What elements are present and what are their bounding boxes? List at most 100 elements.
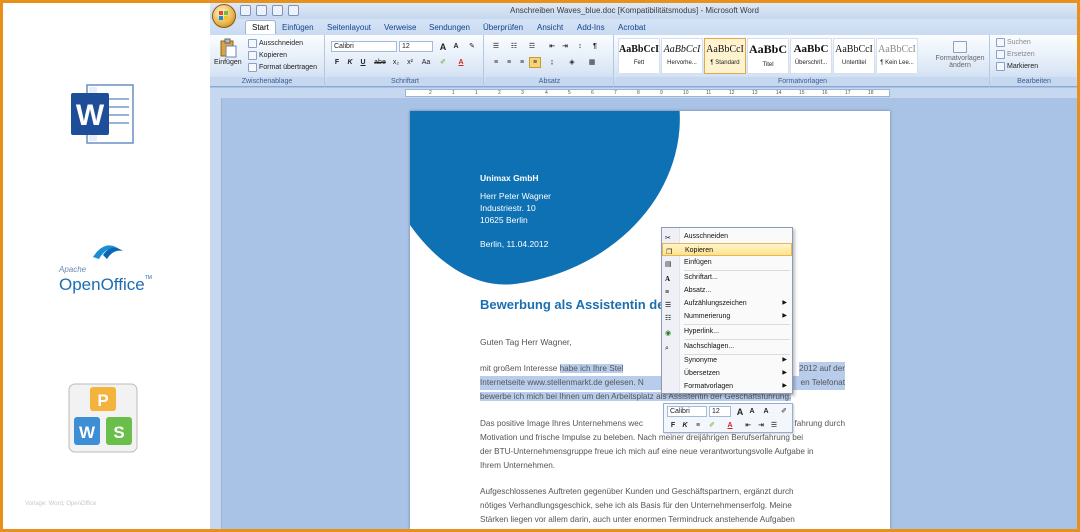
change-styles-label: Formatvorlagen ändern <box>935 55 985 69</box>
mini-italic-button[interactable]: K <box>679 420 691 431</box>
grow-font-button[interactable]: A <box>437 41 449 52</box>
mini-highlight-icon[interactable]: ✐ <box>706 420 718 431</box>
menu-item-uebersetzen[interactable]: Übersetzen ▶ <box>662 367 792 380</box>
tab-ueberpruefen[interactable]: Überprüfen <box>477 21 529 34</box>
mini-bold-button[interactable]: F <box>667 420 679 431</box>
mini-decrease-indent-icon[interactable]: ⇤ <box>742 420 754 431</box>
tab-start[interactable]: Start <box>245 20 276 34</box>
format-painter-button[interactable]: Format übertragen <box>248 63 317 72</box>
change-case-button[interactable]: Aa <box>419 57 433 68</box>
select-button[interactable]: Markieren <box>996 62 1038 71</box>
menu-item-ausschneiden[interactable]: ✂ Ausschneiden <box>662 230 792 243</box>
numbering-icon[interactable]: ☷ <box>508 41 520 52</box>
mini-increase-indent-icon[interactable]: ⇥ <box>755 420 767 431</box>
ruler-mark: 16 <box>822 90 828 96</box>
font-size-box[interactable]: 12 <box>399 41 433 52</box>
menu-item-schriftart[interactable]: A Schriftart... <box>662 271 792 284</box>
tab-seitenlayout[interactable]: Seitenlayout <box>321 21 377 34</box>
menu-item-nummerierung[interactable]: ☷ Nummerierung ▶ <box>662 310 792 323</box>
mini-bullets-icon[interactable]: ☰ <box>768 420 780 431</box>
shading-icon[interactable]: ◈ <box>566 57 578 68</box>
horizontal-ruler[interactable]: 2 1 1 2 3 4 5 6 7 8 9 10 11 12 13 14 15 16 17 18 <box>405 89 890 97</box>
menu-item-kopieren[interactable]: ❐ Kopieren <box>662 243 792 256</box>
tab-einfuegen[interactable]: Einfügen <box>276 21 320 34</box>
font-name-box[interactable]: Calibri <box>331 41 397 52</box>
mini-align-button[interactable]: ≡ <box>692 420 704 431</box>
pilcrow-icon[interactable]: ¶ <box>589 41 601 52</box>
increase-indent-icon[interactable]: ⇥ <box>559 41 571 52</box>
mini-font-color-icon[interactable]: A <box>724 420 736 431</box>
document-page[interactable]: Unimax GmbH Herr Peter Wagner Industries… <box>410 111 890 529</box>
change-styles-button[interactable]: Formatvorlagen ändern <box>932 41 988 69</box>
menu-item-einfuegen[interactable]: ▤ Einfügen <box>662 256 792 269</box>
align-left-icon[interactable]: ≡ <box>490 57 502 68</box>
mini-grow-font-icon[interactable]: A <box>734 406 746 417</box>
redo-icon[interactable] <box>272 5 283 16</box>
mini-styles-icon[interactable]: A <box>760 406 772 417</box>
mini-format-painter-icon[interactable]: ✐ <box>778 406 790 417</box>
menu-item-label: Nummerierung <box>684 313 731 320</box>
selected-text: en Telefonat <box>800 378 845 387</box>
save-icon[interactable] <box>240 5 251 16</box>
align-right-icon[interactable]: ≡ <box>516 57 528 68</box>
tab-ansicht[interactable]: Ansicht <box>531 21 569 34</box>
mini-shrink-font-icon[interactable]: A <box>746 406 758 417</box>
tab-add-ins[interactable]: Add-Ins <box>571 21 611 34</box>
style-ueberschrift[interactable]: AaBbC Überschrif... <box>790 38 832 74</box>
highlight-icon[interactable]: ✐ <box>437 57 449 68</box>
style-untertitel[interactable]: AaBbCcI Untertitel <box>833 38 875 74</box>
undo-icon[interactable] <box>256 5 267 16</box>
replace-icon <box>996 50 1005 59</box>
ruler-mark: 6 <box>591 90 594 96</box>
styles-group-label: Formatvorlagen <box>616 77 989 86</box>
menu-item-formatvorlagen[interactable]: Formatvorlagen ▶ <box>662 380 792 393</box>
shrink-font-button[interactable]: A <box>450 41 462 52</box>
menu-item-aufzaehlungszeichen[interactable]: ☰ Aufzählungszeichen ▶ <box>662 297 792 310</box>
underline-button[interactable]: U <box>357 57 369 68</box>
line-spacing-icon[interactable]: ↨ <box>546 57 558 68</box>
paste-button[interactable]: Einfügen <box>214 38 242 66</box>
menu-item-label: Formatvorlagen <box>684 383 734 390</box>
bullets-icon[interactable]: ☰ <box>490 41 502 52</box>
menu-item-absatz[interactable]: ≡ Absatz... <box>662 284 792 297</box>
borders-icon[interactable]: ▦ <box>586 57 598 68</box>
style-titel[interactable]: AaBbC Titel <box>747 38 789 74</box>
mini-font-name-box[interactable]: Calibri <box>667 406 707 417</box>
numbering-icon: ☷ <box>665 315 672 322</box>
menu-item-nachschlagen[interactable]: ⌕ Nachschlagen... <box>662 340 792 353</box>
sort-icon[interactable]: ↕ <box>574 41 586 52</box>
paragraph-group: ☰ ☷ ☲ ⇤ ⇥ ↕ ¶ ≡ ≡ ≡ ≡ ↨ ◈ ▦ Absatz <box>486 35 614 87</box>
replace-button[interactable]: Ersetzen <box>996 50 1035 59</box>
multilevel-list-icon[interactable]: ☲ <box>526 41 538 52</box>
tab-sendungen[interactable]: Sendungen <box>423 21 476 34</box>
bold-button[interactable]: F <box>331 57 343 68</box>
menu-item-synonyme[interactable]: Synonyme ▶ <box>662 354 792 367</box>
strikethrough-button[interactable]: abe <box>372 57 388 68</box>
style-hervorhebung[interactable]: AaBbCcI Hervorhe... <box>661 38 703 74</box>
customize-qat-icon[interactable] <box>288 5 299 16</box>
office-button[interactable] <box>212 4 236 28</box>
cut-button[interactable]: Ausschneiden <box>248 39 303 48</box>
tab-acrobat[interactable]: Acrobat <box>612 21 652 34</box>
decrease-indent-icon[interactable]: ⇤ <box>546 41 558 52</box>
italic-button[interactable]: K <box>344 57 356 68</box>
superscript-button[interactable]: x² <box>404 57 416 68</box>
mini-font-size-box[interactable]: 12 <box>709 406 731 417</box>
font-color-icon[interactable]: A <box>455 57 467 68</box>
tab-verweise[interactable]: Verweise <box>378 21 422 34</box>
openoffice-brand-text: Apache <box>59 265 87 274</box>
menu-item-hyperlink[interactable]: ◉ Hyperlink... <box>662 325 792 338</box>
subscript-button[interactable]: x₂ <box>390 57 402 68</box>
style-kein-leerraum[interactable]: AaBbCcI ¶ Kein Lee... <box>876 38 918 74</box>
align-center-icon[interactable]: ≡ <box>503 57 515 68</box>
paragraph-3-line-2: nötiges Verhandlungsgeschick, sehe ich a… <box>480 501 792 510</box>
copy-button[interactable]: Kopieren <box>248 51 287 60</box>
style-standard[interactable]: AaBbCcI ¶ Standard <box>704 38 746 74</box>
clear-format-icon[interactable]: ✎ <box>466 41 478 52</box>
submenu-arrow-icon: ▶ <box>782 313 787 319</box>
style-fett[interactable]: AaBbCcI Fett <box>618 38 660 74</box>
justify-icon[interactable]: ≡ <box>529 57 541 68</box>
find-button[interactable]: Suchen <box>996 38 1031 47</box>
openoffice-logo: Apache OpenOfficeTM <box>53 235 163 305</box>
vertical-ruler[interactable] <box>210 98 222 529</box>
